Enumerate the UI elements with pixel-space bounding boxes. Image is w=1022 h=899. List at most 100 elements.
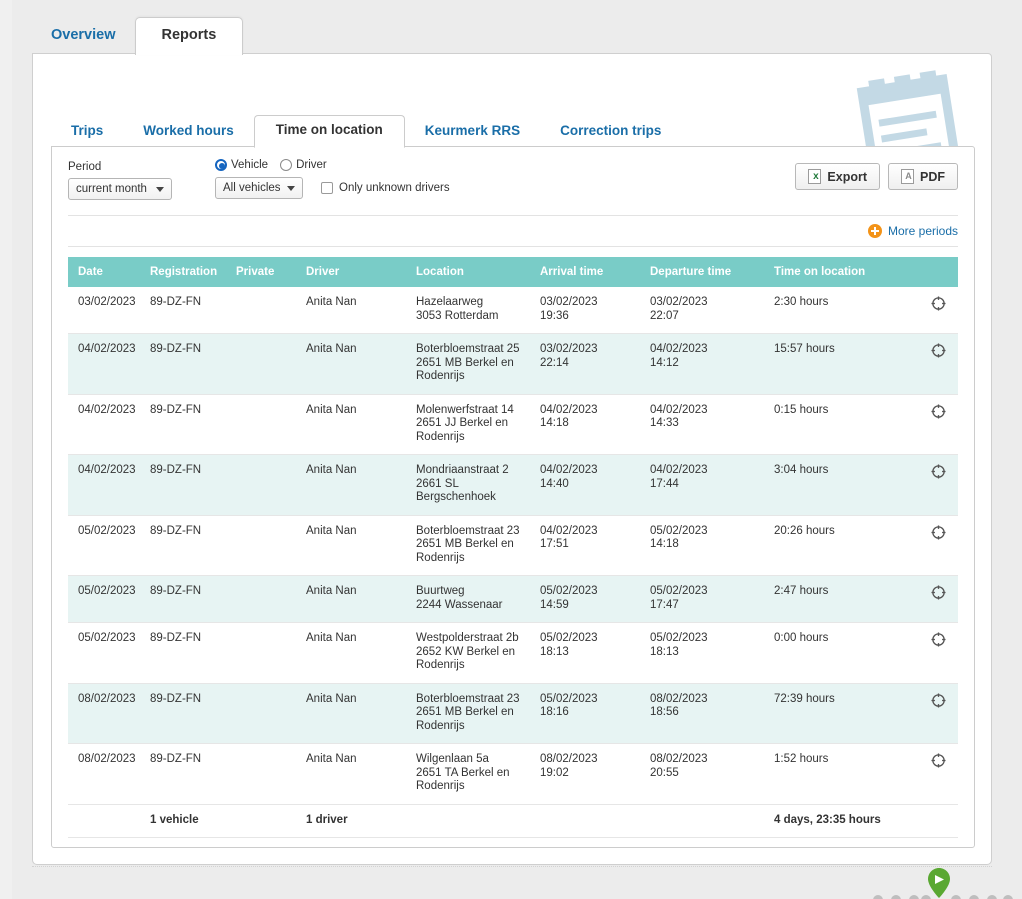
- cell-registration: 89-DZ-FN: [144, 394, 230, 455]
- cell-driver: Anita Nan: [300, 515, 410, 576]
- panel-bottom-shadow: [32, 866, 992, 868]
- outer-tab-overview[interactable]: Overview: [32, 18, 135, 54]
- cell-departure-time: 05/02/2023 17:47: [644, 575, 768, 623]
- target-icon: [930, 632, 946, 647]
- col-registration[interactable]: Registration: [144, 257, 230, 287]
- excel-icon: [808, 169, 822, 184]
- table-row[interactable]: 05/02/2023 89-DZ-FN Anita Nan Buurtweg 2244 …: [68, 575, 958, 623]
- tab-keurmerk-rrs[interactable]: Keurmerk RRS: [405, 117, 540, 147]
- outer-tab-bar: Overview Reports: [32, 17, 244, 55]
- cell-date: 08/02/2023: [68, 743, 144, 805]
- table-row[interactable]: 08/02/2023 89-DZ-FN Anita Nan Wilgenlaan 5a…: [68, 743, 958, 805]
- show-on-map-button[interactable]: [918, 333, 958, 395]
- show-on-map-button[interactable]: [918, 575, 958, 623]
- cell-location: Buurtweg 2244 Wassenaar: [410, 575, 534, 623]
- cell-date: 05/02/2023: [68, 515, 144, 576]
- col-time-on-location[interactable]: Time on location: [768, 257, 918, 287]
- show-on-map-button[interactable]: [918, 622, 958, 684]
- cell-registration: 89-DZ-FN: [144, 454, 230, 516]
- cell-registration: 89-DZ-FN: [144, 683, 230, 744]
- cell-arrival-time: 03/02/2023 22:14: [534, 333, 644, 395]
- unknown-drivers-checkbox[interactable]: [321, 182, 333, 194]
- vehicle-row: All vehicles Only unknown drivers: [215, 177, 450, 199]
- reports-panel: Trips Worked hours Time on location Keur…: [32, 53, 992, 865]
- subject-filter-group: Vehicle Driver All vehicles Only unknown…: [215, 159, 450, 199]
- more-periods-link[interactable]: More periods: [867, 224, 958, 238]
- time-on-location-table: Date Registration Private Driver Locatio…: [68, 257, 958, 838]
- cell-departure-time: 05/02/2023 18:13: [644, 622, 768, 684]
- show-on-map-button[interactable]: [918, 683, 958, 744]
- col-actions: [918, 257, 958, 287]
- cell-departure-time: 04/02/2023 14:12: [644, 333, 768, 395]
- col-departure-time[interactable]: Departure time: [644, 257, 768, 287]
- show-on-map-button[interactable]: [918, 515, 958, 576]
- cell-arrival-time: 05/02/2023 18:13: [534, 622, 644, 684]
- table-row[interactable]: 04/02/2023 89-DZ-FN Anita Nan Boterbloemstr…: [68, 333, 958, 395]
- cell-date: 05/02/2023: [68, 575, 144, 623]
- target-icon: [930, 464, 946, 479]
- cell-private: [230, 622, 300, 684]
- table-row[interactable]: 05/02/2023 89-DZ-FN Anita Nan Westpolderstr…: [68, 622, 958, 684]
- period-select[interactable]: current month: [68, 178, 172, 200]
- show-on-map-button[interactable]: [918, 454, 958, 516]
- vehicle-select[interactable]: All vehicles: [215, 177, 303, 199]
- cell-private: [230, 287, 300, 334]
- tab-trips[interactable]: Trips: [51, 117, 123, 147]
- show-on-map-button[interactable]: [918, 287, 958, 334]
- show-on-map-button[interactable]: [918, 394, 958, 455]
- col-date[interactable]: Date: [68, 257, 144, 287]
- cell-private: [230, 683, 300, 744]
- radio-vehicle-label[interactable]: Vehicle: [231, 159, 268, 171]
- target-icon: [930, 585, 946, 600]
- col-driver[interactable]: Driver: [300, 257, 410, 287]
- summary-vehicles: 1 vehicle: [144, 803, 230, 838]
- cell-date: 05/02/2023: [68, 622, 144, 684]
- summary-departure: [644, 803, 768, 838]
- unknown-drivers-group: Only unknown drivers: [321, 182, 450, 194]
- cell-location: Westpolderstraat 2b 2652 KW Berkel en Rode…: [410, 622, 534, 684]
- export-button[interactable]: Export: [795, 163, 880, 190]
- cell-registration: 89-DZ-FN: [144, 287, 230, 334]
- cell-time-on-location: 1:52 hours: [768, 743, 918, 805]
- cell-private: [230, 515, 300, 576]
- summary-action: [918, 803, 958, 838]
- col-arrival-time[interactable]: Arrival time: [534, 257, 644, 287]
- col-location[interactable]: Location: [410, 257, 534, 287]
- tab-time-on-location[interactable]: Time on location: [253, 115, 405, 148]
- cell-time-on-location: 0:00 hours: [768, 622, 918, 684]
- tab-worked-hours[interactable]: Worked hours: [123, 117, 254, 147]
- radio-driver-label[interactable]: Driver: [296, 159, 327, 171]
- cell-date: 03/02/2023: [68, 287, 144, 334]
- report-tab-bar: Trips Worked hours Time on location Keur…: [51, 115, 975, 148]
- cell-departure-time: 05/02/2023 14:18: [644, 515, 768, 576]
- unknown-drivers-label[interactable]: Only unknown drivers: [339, 182, 450, 194]
- radio-driver[interactable]: [280, 159, 293, 171]
- outer-tab-reports[interactable]: Reports: [134, 17, 244, 55]
- tab-correction-trips[interactable]: Correction trips: [540, 117, 681, 147]
- table-row[interactable]: 04/02/2023 89-DZ-FN Anita Nan Molenwerfstra…: [68, 394, 958, 455]
- summary-total-time: 4 days, 23:35 hours: [768, 803, 918, 838]
- summary-arrival: [534, 803, 644, 838]
- cell-driver: Anita Nan: [300, 575, 410, 623]
- vehicle-select-wrapper: All vehicles: [215, 177, 303, 199]
- cell-time-on-location: 15:57 hours: [768, 333, 918, 395]
- cell-time-on-location: 72:39 hours: [768, 683, 918, 744]
- table-row[interactable]: 04/02/2023 89-DZ-FN Anita Nan Mondriaanstra…: [68, 454, 958, 516]
- pdf-button[interactable]: PDF: [888, 163, 958, 190]
- radio-vehicle[interactable]: [215, 159, 227, 171]
- table-row[interactable]: 05/02/2023 89-DZ-FN Anita Nan Boterbloemstr…: [68, 515, 958, 576]
- table-row[interactable]: 03/02/2023 89-DZ-FN Anita Nan Hazelaarweg 30…: [68, 287, 958, 334]
- col-private[interactable]: Private: [230, 257, 300, 287]
- show-on-map-button[interactable]: [918, 743, 958, 805]
- cell-location: Mondriaanstraat 2 2661 SL Bergschenhoek: [410, 454, 534, 516]
- filter-bar: Period current month Vehicle Driver All …: [52, 147, 974, 215]
- plus-icon: [867, 224, 882, 238]
- period-label: Period: [68, 161, 102, 173]
- target-icon: [930, 753, 946, 768]
- cell-driver: Anita Nan: [300, 454, 410, 516]
- cell-time-on-location: 20:26 hours: [768, 515, 918, 576]
- cell-private: [230, 575, 300, 623]
- table-row[interactable]: 08/02/2023 89-DZ-FN Anita Nan Boterbloemstr…: [68, 683, 958, 744]
- cell-arrival-time: 05/02/2023 14:59: [534, 575, 644, 623]
- cell-driver: Anita Nan: [300, 743, 410, 805]
